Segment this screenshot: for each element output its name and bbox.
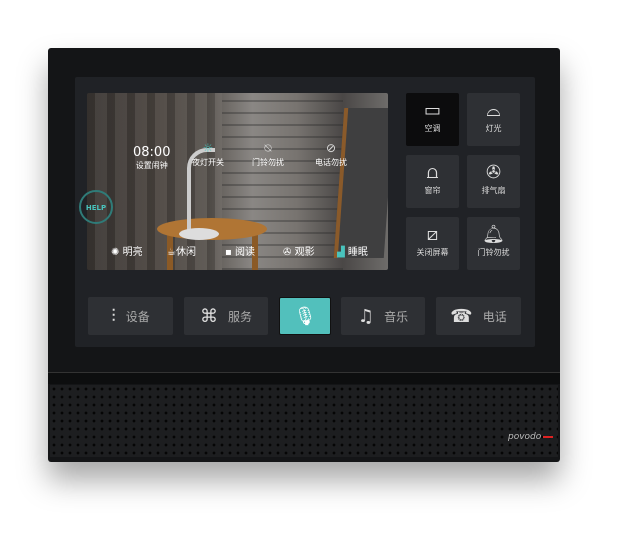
speaker-grille <box>50 385 558 457</box>
device-doorbell-dnd[interactable]: 🔔︎ 门铃勿扰 <box>467 217 520 270</box>
music-note-icon: ♫ <box>357 305 375 327</box>
mode-leisure[interactable]: ☕休闲 <box>167 243 196 258</box>
device-label: 灯光 <box>485 124 502 133</box>
mode-label: 睡眠 <box>347 247 368 258</box>
device-label: 门铃勿扰 <box>477 248 510 257</box>
brand-logo: povodo <box>508 432 554 443</box>
nav-label: 服务 <box>227 309 252 324</box>
telephone-icon: ☎ <box>450 305 473 327</box>
alarm-button[interactable]: 08:00 设置闹钟 <box>133 145 170 171</box>
brand-red-bar <box>543 436 554 438</box>
help-label: HELP <box>85 204 107 212</box>
mode-label: 阅读 <box>234 247 255 258</box>
book-icon: ▪ <box>225 247 232 258</box>
bell-icon: 🔔︎ <box>482 224 505 245</box>
nav-label: 音乐 <box>384 309 409 324</box>
phone-dnd-label: 电话勿扰 <box>315 158 347 167</box>
alarm-time: 08:00 <box>133 145 171 160</box>
cup-icon: ☕ <box>167 247 176 258</box>
microphone-icon: 🎙︎ <box>293 305 317 327</box>
nav-label: 设备 <box>125 309 150 324</box>
help-button[interactable]: HELP <box>79 190 113 224</box>
sliders-icon: ⫶ <box>111 305 116 327</box>
device-curtain[interactable]: ⩍ 窗帘 <box>406 155 459 208</box>
doorbell-dnd-label: 门铃勿扰 <box>252 158 284 167</box>
brand-text: povodo <box>508 432 542 442</box>
curtain-icon: ⩍ <box>426 162 439 183</box>
device-label: 排气扇 <box>481 186 506 195</box>
ceiling-lamp-icon: ⌓ <box>486 100 501 121</box>
mode-sleep[interactable]: ▟ 睡眠 <box>337 243 368 258</box>
mode-label: 观影 <box>294 247 315 258</box>
lamp-base <box>179 228 219 240</box>
bezel-strip <box>48 372 560 384</box>
nav-services[interactable]: ⌘ 服务 <box>184 297 268 335</box>
night-light-toggle[interactable]: ☼ 夜灯开关 <box>192 141 224 168</box>
mode-movie[interactable]: ✇ 观影 <box>283 243 315 258</box>
device-light[interactable]: ⌓ 灯光 <box>467 93 520 146</box>
nav-music[interactable]: ♫ 音乐 <box>341 297 425 335</box>
voice-button[interactable]: 🎙︎ <box>279 297 331 335</box>
scene-photo: 08:00 设置闹钟 ☼ 夜灯开关 ⍉ 门铃勿扰 ⊘ 电话勿扰 ✺ 明亮 ☕休闲… <box>87 93 388 270</box>
bulb-icon: ✺ <box>111 247 120 258</box>
night-light-label: 夜灯开关 <box>192 158 224 167</box>
nav-devices[interactable]: ⫶ 设备 <box>88 297 173 335</box>
device-exhaust-fan[interactable]: ✇ 排气扇 <box>467 155 520 208</box>
device-screen-off[interactable]: ⧄ 关闭屏幕 <box>406 217 459 270</box>
mode-label: 休闲 <box>175 247 196 258</box>
nav-label: 电话 <box>482 309 507 324</box>
clover-icon: ⌘ <box>199 305 218 327</box>
film-icon: ✇ <box>283 247 292 258</box>
screen-off-icon: ⧄ <box>426 224 439 245</box>
device-air-conditioner[interactable]: ▭ 空调 <box>406 93 459 146</box>
mode-bright[interactable]: ✺ 明亮 <box>111 243 143 258</box>
fan-icon: ✇ <box>485 162 502 183</box>
phone-dnd-toggle[interactable]: ⊘ 电话勿扰 <box>315 141 347 168</box>
headboard-image <box>333 108 388 258</box>
bell-off-icon: ⍉ <box>264 141 272 155</box>
doorbell-dnd-toggle[interactable]: ⍉ 门铃勿扰 <box>252 141 284 168</box>
device-label: 关闭屏幕 <box>416 248 449 257</box>
nav-phone[interactable]: ☎ 电话 <box>436 297 521 335</box>
night-light-icon: ☼ <box>202 141 214 155</box>
mode-reading[interactable]: ▪ 阅读 <box>225 243 255 258</box>
phone-off-icon: ⊘ <box>325 141 337 155</box>
bed-icon: ▟ <box>337 247 345 258</box>
device-label: 空调 <box>424 124 441 133</box>
device-label: 窗帘 <box>424 186 441 195</box>
air-conditioner-icon: ▭ <box>423 100 441 121</box>
alarm-label: 设置闹钟 <box>135 161 168 170</box>
mode-label: 明亮 <box>122 247 143 258</box>
